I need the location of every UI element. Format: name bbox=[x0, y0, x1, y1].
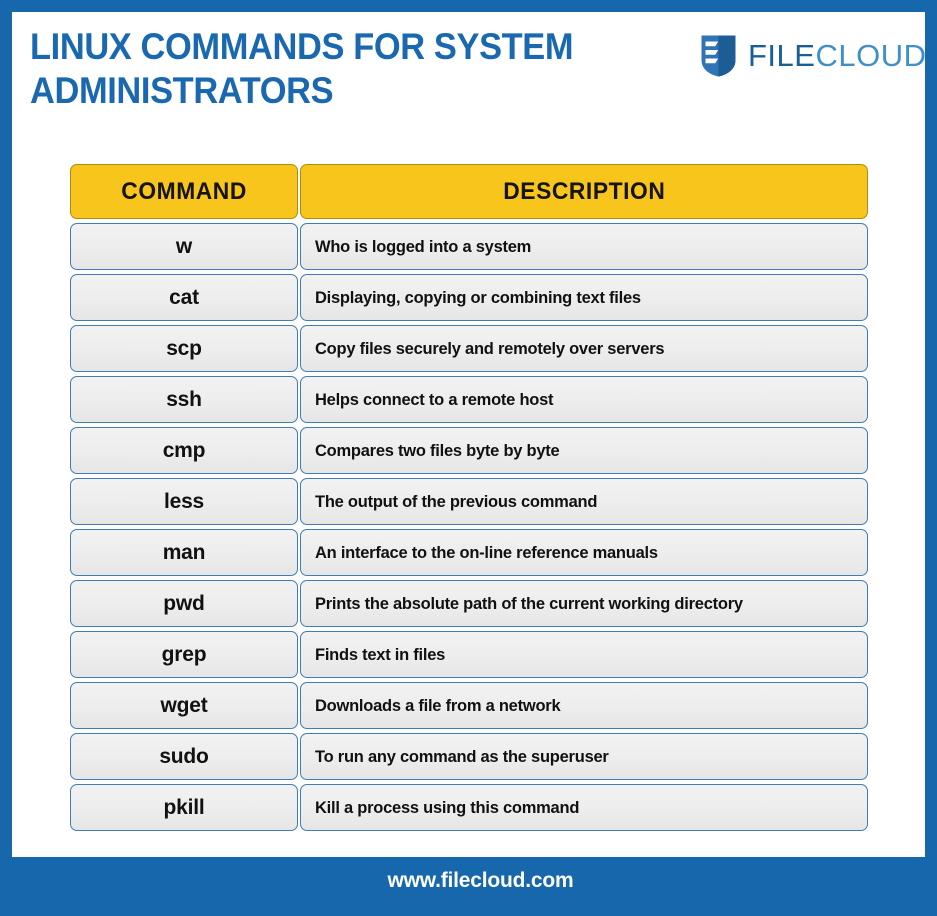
column-header-description: DESCRIPTION bbox=[300, 164, 868, 219]
cell-command: sudo bbox=[70, 733, 298, 780]
description-text: An interface to the on-line reference ma… bbox=[315, 542, 658, 562]
infographic-page: Linux Commands for System Administrators… bbox=[0, 0, 937, 916]
description-text: Downloads a file from a network bbox=[315, 695, 561, 715]
column-header-description-label: DESCRIPTION bbox=[502, 177, 666, 205]
description-text: Finds text in files bbox=[315, 644, 446, 664]
command-text: scp bbox=[166, 336, 202, 360]
cell-command: pwd bbox=[70, 580, 298, 627]
cell-description: Kill a process using this command bbox=[300, 784, 868, 831]
table-row: less The output of the previous command bbox=[70, 478, 868, 525]
cell-command: wget bbox=[70, 682, 298, 729]
command-text: pwd bbox=[163, 591, 205, 615]
cell-description: Displaying, copying or combining text fi… bbox=[300, 274, 868, 321]
logo-wordmark: FILECLOUD bbox=[748, 40, 925, 71]
cell-description: Copy files securely and remotely over se… bbox=[300, 325, 868, 372]
filecloud-logo: FILECLOUD bbox=[700, 25, 925, 85]
cell-command: cat bbox=[70, 274, 298, 321]
filecloud-shield-icon bbox=[701, 35, 736, 76]
cell-command: grep bbox=[70, 631, 298, 678]
logo-word-cloud: CLOUD bbox=[815, 37, 925, 73]
footer-bar: www.filecloud.com bbox=[12, 857, 925, 904]
cell-command: less bbox=[70, 478, 298, 525]
table-row: cat Displaying, copying or combining text… bbox=[70, 274, 868, 321]
content-canvas: Linux Commands for System Administrators… bbox=[12, 12, 925, 904]
description-text: The output of the previous command bbox=[315, 491, 598, 511]
description-text: Kill a process using this command bbox=[315, 797, 580, 817]
table-row: man An interface to the on-line reference… bbox=[70, 529, 868, 576]
description-text: To run any command as the superuser bbox=[315, 746, 609, 766]
column-header-command: COMMAND bbox=[70, 164, 298, 219]
command-text: cmp bbox=[162, 438, 206, 462]
cell-command: cmp bbox=[70, 427, 298, 474]
description-text: Copy files securely and remotely over se… bbox=[315, 338, 665, 358]
command-text: cat bbox=[169, 285, 199, 309]
commands-table: COMMAND DESCRIPTION w Who is logged into … bbox=[70, 164, 868, 835]
command-text: ssh bbox=[166, 387, 202, 411]
column-header-command-label: COMMAND bbox=[121, 177, 247, 205]
cell-command: ssh bbox=[70, 376, 298, 423]
footer-website: www.filecloud.com bbox=[387, 868, 574, 892]
table-row: scp Copy files securely and remotely over… bbox=[70, 325, 868, 372]
command-text: grep bbox=[161, 642, 207, 666]
table-row: pwd Prints the absolute path of the curre… bbox=[70, 580, 868, 627]
description-text: Prints the absolute path of the current … bbox=[315, 593, 743, 613]
command-text: less bbox=[163, 489, 205, 513]
table-row: w Who is logged into a system bbox=[70, 223, 868, 270]
description-text: Who is logged into a system bbox=[315, 236, 532, 256]
table-row: grep Finds text in files bbox=[70, 631, 868, 678]
table-row: sudo To run any command as the superuser bbox=[70, 733, 868, 780]
cell-description: Finds text in files bbox=[300, 631, 868, 678]
cell-command: pkill bbox=[70, 784, 298, 831]
cell-description: The output of the previous command bbox=[300, 478, 868, 525]
description-text: Compares two files byte by byte bbox=[315, 440, 560, 460]
description-text: Displaying, copying or combining text fi… bbox=[315, 287, 641, 307]
table-row: pkill Kill a process using this command bbox=[70, 784, 868, 831]
table-header-row: COMMAND DESCRIPTION bbox=[70, 164, 868, 219]
table-row: ssh Helps connect to a remote host bbox=[70, 376, 868, 423]
cell-description: Prints the absolute path of the current … bbox=[300, 580, 868, 627]
table-row: cmp Compares two files byte by byte bbox=[70, 427, 868, 474]
table-body: w Who is logged into a system cat Displayin… bbox=[70, 223, 868, 831]
cell-description: An interface to the on-line reference ma… bbox=[300, 529, 868, 576]
cell-description: Compares two files byte by byte bbox=[300, 427, 868, 474]
cell-description: Who is logged into a system bbox=[300, 223, 868, 270]
command-text: pkill bbox=[163, 795, 205, 819]
command-text: man bbox=[162, 540, 206, 564]
header: Linux Commands for System Administrators… bbox=[12, 12, 925, 142]
cell-command: scp bbox=[70, 325, 298, 372]
cell-description: Helps connect to a remote host bbox=[300, 376, 868, 423]
command-text: wget bbox=[160, 693, 208, 717]
table-row: wget Downloads a file from a network bbox=[70, 682, 868, 729]
command-text: sudo bbox=[159, 744, 209, 768]
command-text: w bbox=[175, 234, 193, 258]
cell-command: man bbox=[70, 529, 298, 576]
logo-word-file: FILE bbox=[748, 37, 816, 73]
cell-command: w bbox=[70, 223, 298, 270]
description-text: Helps connect to a remote host bbox=[315, 389, 554, 409]
cell-description: Downloads a file from a network bbox=[300, 682, 868, 729]
cell-description: To run any command as the superuser bbox=[300, 733, 868, 780]
page-title: Linux Commands for System Administrators bbox=[30, 26, 574, 111]
